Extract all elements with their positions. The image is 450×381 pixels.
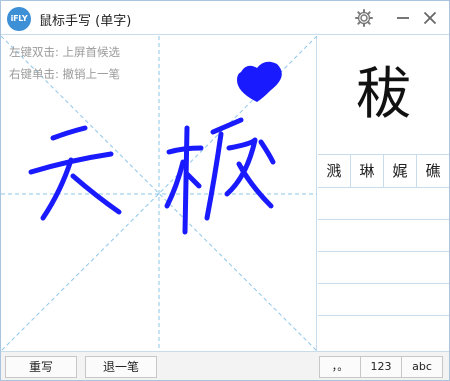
- candidate-row: 溅 琳 娓 礁: [318, 154, 449, 188]
- input-mode-group: ，。 123 abc: [319, 356, 443, 378]
- candidate-item[interactable]: 琳: [351, 155, 384, 187]
- close-icon[interactable]: [419, 7, 441, 29]
- candidate-panel: 秡 溅 琳 娓 礁: [318, 36, 449, 351]
- empty-candidate-slot: [318, 316, 449, 348]
- gear-icon[interactable]: [353, 7, 375, 29]
- writing-pad[interactable]: 左键双击: 上屏首候选 右键单击: 撤销上一笔: [1, 36, 317, 351]
- candidate-item[interactable]: 娓: [384, 155, 417, 187]
- hint-left-click: 左键双击: 上屏首候选: [9, 45, 121, 59]
- minimize-icon[interactable]: [392, 7, 414, 29]
- writing-guides: [1, 36, 317, 351]
- empty-candidate-slot: [318, 188, 449, 220]
- empty-candidate-slot: [318, 284, 449, 316]
- ink-heart-mark: [237, 61, 282, 102]
- candidate-item[interactable]: 溅: [318, 155, 351, 187]
- letters-mode-button[interactable]: abc: [401, 356, 443, 378]
- ink-strokes: [28, 117, 276, 235]
- empty-candidate-slot: [318, 252, 449, 284]
- empty-candidate-slot: [318, 220, 449, 252]
- window-title: 鼠标手写 (单字): [39, 14, 132, 29]
- ifly-logo: iFLY: [7, 7, 31, 31]
- candidate-item[interactable]: 礁: [417, 155, 449, 187]
- punctuation-mode-button[interactable]: ，。: [319, 356, 361, 378]
- digits-mode-button[interactable]: 123: [360, 356, 402, 378]
- primary-candidate[interactable]: 秡: [318, 36, 449, 154]
- handwriting-window: iFLY 鼠标手写 (单字) 左键双击: 上屏首候选 右键单击: 撤销上一笔 秡…: [0, 0, 450, 381]
- bottom-toolbar: 重写 退一笔 ，。 123 abc: [1, 351, 449, 380]
- rewrite-button[interactable]: 重写: [5, 356, 77, 378]
- hint-right-click: 右键单击: 撤销上一笔: [9, 67, 121, 81]
- undo-stroke-button[interactable]: 退一笔: [85, 356, 157, 378]
- title-bar[interactable]: iFLY 鼠标手写 (单字): [1, 1, 449, 35]
